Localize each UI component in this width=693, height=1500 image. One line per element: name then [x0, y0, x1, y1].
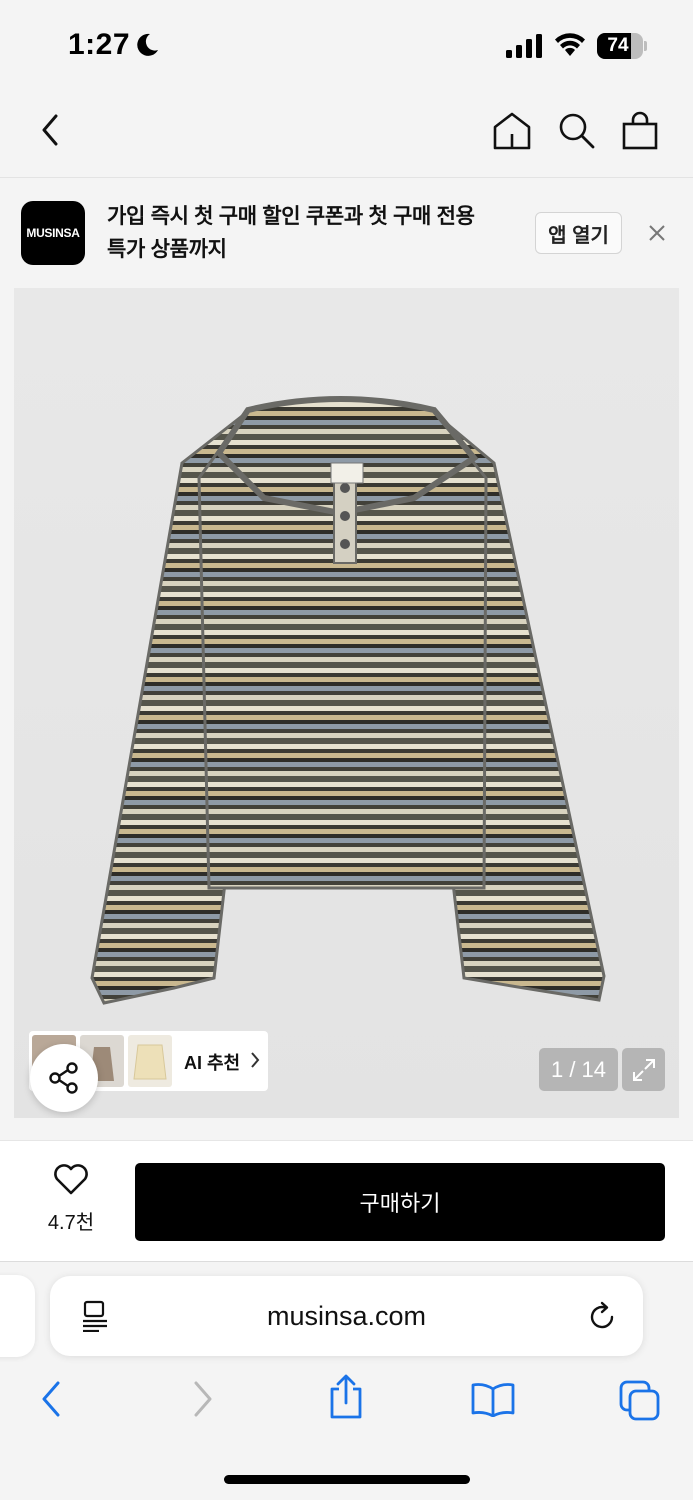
home-indicator	[224, 1475, 470, 1484]
like-button[interactable]: 4.7천	[38, 1163, 104, 1235]
product-image	[90, 396, 606, 1005]
status-time: 1:27	[68, 28, 131, 61]
moon-icon	[137, 33, 158, 56]
url-text: musinsa.com	[266, 1301, 427, 1331]
battery-indicator: 74	[597, 33, 647, 59]
status-bar: 1:27 74	[0, 0, 693, 90]
share-icon	[49, 1062, 78, 1094]
browser-toolbar: musinsa.com	[0, 1263, 693, 1500]
share-sheet-icon[interactable]	[326, 1373, 366, 1421]
cellular-signal-icon	[506, 34, 542, 58]
wifi-icon	[555, 33, 585, 56]
banner-message-line1: 가입 즉시 첫 구매 할인 쿠폰과 첫 구매 전용	[107, 205, 475, 228]
top-navigation	[0, 90, 693, 178]
fullscreen-button[interactable]	[622, 1048, 665, 1091]
purchase-bar: 4.7천 구매하기	[0, 1140, 693, 1262]
address-bar[interactable]: musinsa.com	[50, 1276, 643, 1356]
share-button[interactable]	[30, 1044, 98, 1112]
browser-forward-icon	[194, 1381, 212, 1417]
reload-icon[interactable]	[588, 1300, 618, 1332]
bookmarks-icon[interactable]	[470, 1381, 516, 1417]
like-count: 4.7천	[47, 1212, 95, 1234]
previous-tab[interactable]	[0, 1275, 35, 1357]
chevron-right-icon	[251, 1052, 260, 1068]
app-install-banner: MUSINSA 가입 즉시 첫 구매 할인 쿠폰과 첫 구매 전용 특가 상품까…	[0, 178, 693, 288]
close-icon[interactable]	[646, 222, 668, 244]
musinsa-logo: MUSINSA	[21, 201, 85, 265]
recommend-thumbnail[interactable]	[128, 1035, 172, 1087]
expand-icon	[632, 1058, 655, 1081]
battery-level: 74	[607, 35, 629, 56]
open-app-button[interactable]: 앱 열기	[535, 212, 622, 254]
banner-message-line2: 특가 상품까지	[107, 238, 227, 261]
back-icon[interactable]	[36, 110, 66, 150]
tabs-icon[interactable]	[618, 1379, 662, 1421]
banner-message: 가입 즉시 첫 구매 할인 쿠폰과 첫 구매 전용 특가 상품까지	[107, 200, 517, 266]
heart-icon	[54, 1164, 88, 1195]
browser-back-icon[interactable]	[38, 1378, 66, 1420]
search-icon[interactable]	[556, 110, 598, 152]
image-counter: 1 / 14	[539, 1048, 618, 1091]
shopping-bag-icon[interactable]	[620, 110, 660, 152]
ai-recommend-label: AI 추천	[184, 1053, 241, 1073]
buy-button[interactable]: 구매하기	[135, 1163, 665, 1241]
product-image-gallery[interactable]: AI 추천 1 / 14	[14, 288, 679, 1118]
home-icon[interactable]	[491, 110, 533, 152]
